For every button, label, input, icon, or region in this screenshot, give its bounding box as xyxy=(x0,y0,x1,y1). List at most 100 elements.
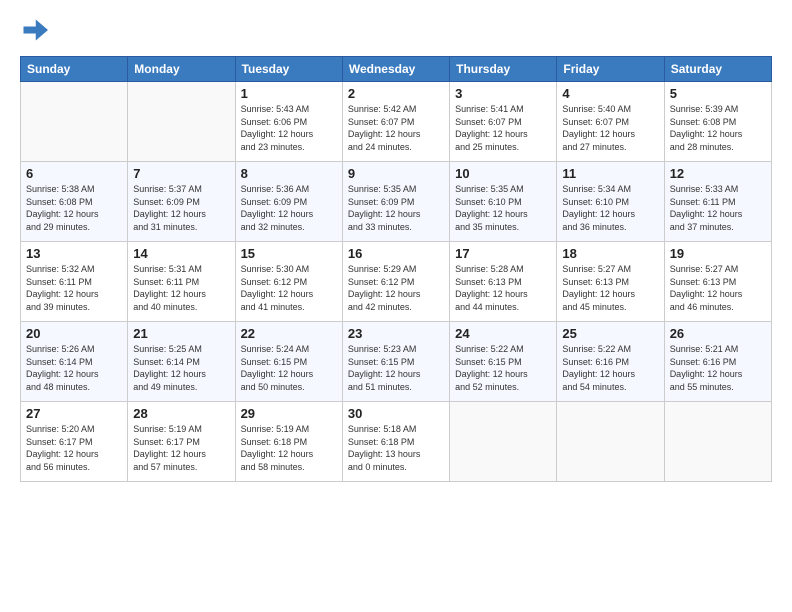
sunset-text: Sunset: 6:09 PM xyxy=(348,197,415,207)
sunrise-text: Sunrise: 5:25 AM xyxy=(133,344,202,354)
day-number: 9 xyxy=(348,166,444,181)
calendar-day-cell: 30 Sunrise: 5:18 AMSunset: 6:18 PMDayligh… xyxy=(342,402,449,482)
sunrise-text: Sunrise: 5:32 AM xyxy=(26,264,95,274)
sunset-text: Sunset: 6:15 PM xyxy=(241,357,308,367)
calendar-day-cell: 10Sunrise: 5:35 AMSunset: 6:10 PMDayligh… xyxy=(450,162,557,242)
logo-icon xyxy=(20,16,48,44)
daylight-text: Daylight: 12 hours xyxy=(26,369,99,379)
sunset-text: Sunset: 6:11 PM xyxy=(26,277,92,287)
daylight-text: Daylight: 12 hours xyxy=(670,289,743,299)
sunrise-text: Sunrise: 5:27 AM xyxy=(562,264,631,274)
daylight-minutes: and 58 minutes. xyxy=(241,462,305,472)
daylight-minutes: and 0 minutes. xyxy=(348,462,407,472)
daylight-text: Daylight: 12 hours xyxy=(348,209,421,219)
sunrise-text: Sunrise: 5:28 AM xyxy=(455,264,524,274)
sunrise-text: Sunrise: 5:42 AM xyxy=(348,104,417,114)
sunset-text: Sunset: 6:12 PM xyxy=(241,277,308,287)
sunrise-text: Sunrise: 5:29 AM xyxy=(348,264,417,274)
day-info: Sunrise: 5:31 AMSunset: 6:11 PMDaylight:… xyxy=(133,263,229,313)
sunrise-text: Sunrise: 5:24 AM xyxy=(241,344,310,354)
daylight-minutes: and 29 minutes. xyxy=(26,222,90,232)
sunset-text: Sunset: 6:13 PM xyxy=(455,277,522,287)
daylight-text: Daylight: 12 hours xyxy=(133,449,206,459)
day-number: 28 xyxy=(133,406,229,421)
daylight-minutes: and 25 minutes. xyxy=(455,142,519,152)
calendar-day-cell xyxy=(128,82,235,162)
calendar-day-cell: 29Sunrise: 5:19 AMSunset: 6:18 PMDayligh… xyxy=(235,402,342,482)
day-info: Sunrise: 5:25 AMSunset: 6:14 PMDaylight:… xyxy=(133,343,229,393)
day-info: Sunrise: 5:40 AMSunset: 6:07 PMDaylight:… xyxy=(562,103,658,153)
sunset-text: Sunset: 6:09 PM xyxy=(133,197,200,207)
daylight-minutes: and 42 minutes. xyxy=(348,302,412,312)
calendar-week-row: 6Sunrise: 5:38 AMSunset: 6:08 PMDaylight… xyxy=(21,162,772,242)
sunrise-text: Sunrise: 5:39 AM xyxy=(670,104,739,114)
sunset-text: Sunset: 6:09 PM xyxy=(241,197,308,207)
daylight-minutes: and 32 minutes. xyxy=(241,222,305,232)
daylight-text: Daylight: 12 hours xyxy=(670,369,743,379)
day-number: 7 xyxy=(133,166,229,181)
weekday-header: Sunday xyxy=(21,57,128,82)
calendar-week-row: 13Sunrise: 5:32 AMSunset: 6:11 PMDayligh… xyxy=(21,242,772,322)
sunrise-text: Sunrise: 5:40 AM xyxy=(562,104,631,114)
day-number: 23 xyxy=(348,326,444,341)
daylight-minutes: and 36 minutes. xyxy=(562,222,626,232)
day-number: 16 xyxy=(348,246,444,261)
sunrise-text: Sunrise: 5:26 AM xyxy=(26,344,95,354)
day-info: Sunrise: 5:18 AMSunset: 6:18 PMDaylight:… xyxy=(348,423,444,473)
calendar-day-cell: 26Sunrise: 5:21 AMSunset: 6:16 PMDayligh… xyxy=(664,322,771,402)
daylight-minutes: and 52 minutes. xyxy=(455,382,519,392)
day-info: Sunrise: 5:20 AMSunset: 6:17 PMDaylight:… xyxy=(26,423,122,473)
sunrise-text: Sunrise: 5:36 AM xyxy=(241,184,310,194)
weekday-header: Saturday xyxy=(664,57,771,82)
sunrise-text: Sunrise: 5:20 AM xyxy=(26,424,95,434)
day-number: 17 xyxy=(455,246,551,261)
daylight-minutes: and 28 minutes. xyxy=(670,142,734,152)
calendar-day-cell: 4 Sunrise: 5:40 AMSunset: 6:07 PMDaylight… xyxy=(557,82,664,162)
sunrise-text: Sunrise: 5:35 AM xyxy=(455,184,524,194)
daylight-minutes: and 44 minutes. xyxy=(455,302,519,312)
sunset-text: Sunset: 6:18 PM xyxy=(348,437,415,447)
sunrise-text: Sunrise: 5:23 AM xyxy=(348,344,417,354)
day-number: 30 xyxy=(348,406,444,421)
calendar-body: 1Sunrise: 5:43 AMSunset: 6:06 PMDaylight… xyxy=(21,82,772,482)
day-number: 5 xyxy=(670,86,766,101)
sunset-text: Sunset: 6:11 PM xyxy=(133,277,199,287)
calendar-day-cell xyxy=(557,402,664,482)
day-info: Sunrise: 5:32 AMSunset: 6:11 PMDaylight:… xyxy=(26,263,122,313)
calendar-day-cell: 9 Sunrise: 5:35 AM Sunset: 6:09 PM Daylight… xyxy=(342,162,449,242)
calendar-day-cell: 6Sunrise: 5:38 AMSunset: 6:08 PMDaylight… xyxy=(21,162,128,242)
calendar-week-row: 27 Sunrise: 5:20 AMSunset: 6:17 PMDayligh… xyxy=(21,402,772,482)
sunset-text: Sunset: 6:12 PM xyxy=(348,277,415,287)
day-number: 21 xyxy=(133,326,229,341)
sunset-text: Sunset: 6:14 PM xyxy=(26,357,93,367)
day-info: Sunrise: 5:30 AMSunset: 6:12 PMDaylight:… xyxy=(241,263,337,313)
daylight-minutes: and 41 minutes. xyxy=(241,302,305,312)
sunrise-text: Sunrise: 5:41 AM xyxy=(455,104,524,114)
daylight-text: Daylight: 12 hours xyxy=(455,129,528,139)
sunset-text: Sunset: 6:18 PM xyxy=(241,437,308,447)
day-info: Sunrise: 5:37 AMSunset: 6:09 PMDaylight:… xyxy=(133,183,229,233)
daylight-minutes: and 40 minutes. xyxy=(133,302,197,312)
daylight-minutes: and 24 minutes. xyxy=(348,142,412,152)
day-number: 10 xyxy=(455,166,551,181)
day-info: Sunrise: 5:29 AMSunset: 6:12 PMDaylight:… xyxy=(348,263,444,313)
sunset-text: Sunset: 6:13 PM xyxy=(670,277,737,287)
sunrise-text: Sunrise: 5:35 AM xyxy=(348,184,417,194)
day-number: 1 xyxy=(241,86,337,101)
daylight-minutes: and 27 minutes. xyxy=(562,142,626,152)
daylight-text: Daylight: 12 hours xyxy=(562,209,635,219)
day-number: 15 xyxy=(241,246,337,261)
logo xyxy=(20,16,50,44)
calendar-day-cell: 3Sunrise: 5:41 AMSunset: 6:07 PMDaylight… xyxy=(450,82,557,162)
day-number: 11 xyxy=(562,166,658,181)
calendar-day-cell: 27 Sunrise: 5:20 AMSunset: 6:17 PMDayligh… xyxy=(21,402,128,482)
day-number: 27 xyxy=(26,406,122,421)
sunrise-text: Sunrise: 5:19 AM xyxy=(241,424,310,434)
day-number: 4 xyxy=(562,86,658,101)
daylight-minutes: and 23 minutes. xyxy=(241,142,305,152)
day-info: Sunrise: 5:39 AMSunset: 6:08 PMDaylight:… xyxy=(670,103,766,153)
day-number: 6 xyxy=(26,166,122,181)
sunrise-text: Sunrise: 5:38 AM xyxy=(26,184,95,194)
weekday-header: Thursday xyxy=(450,57,557,82)
daylight-minutes: and 37 minutes. xyxy=(670,222,734,232)
